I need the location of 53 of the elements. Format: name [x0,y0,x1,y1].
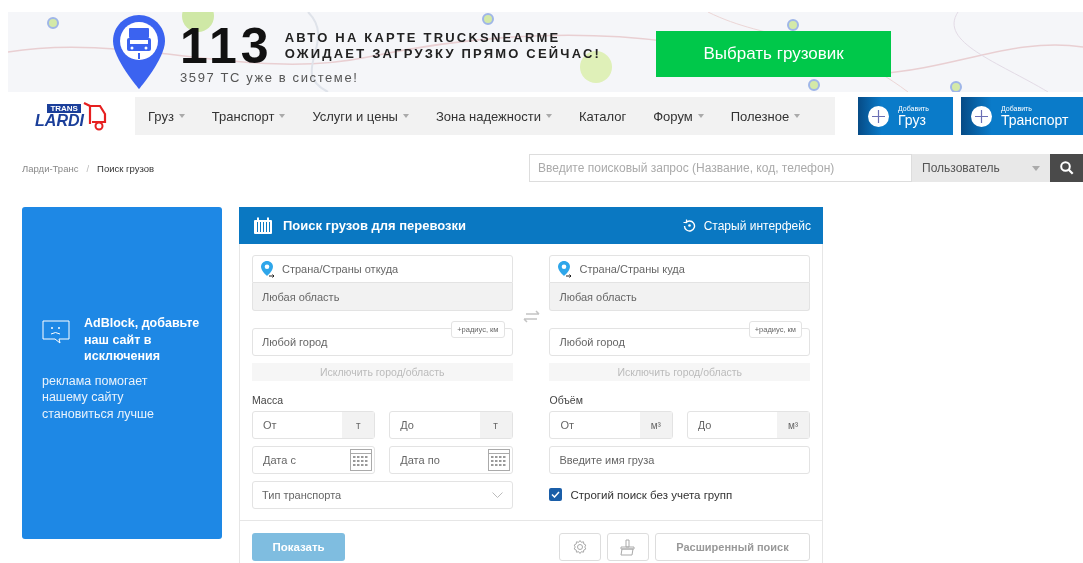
menu-item[interactable]: Груз [148,108,185,124]
promo-subline: 3597 ТС уже в системе! [180,70,360,85]
transport-type-dropdown[interactable]: Тип транспорта [252,481,513,509]
menu-item[interactable]: Услуги и цены [312,108,409,124]
field-label: Объём [549,394,584,406]
ad-title: AdBlock, добавьте наш сайт в исключения [84,315,201,365]
brush-icon [619,538,637,556]
country-field[interactable]: Страна/Страны откуда [252,255,513,283]
menu-item[interactable]: Транспорт [211,108,286,124]
plus-icon [868,105,889,127]
country-field[interactable]: Страна/Страны куда [549,255,810,283]
container-icon [253,216,273,235]
scope-dropdown[interactable]: Пользователь [912,154,1050,182]
unit-addon: м³ [777,412,809,438]
location-pin-icon [558,261,573,278]
menu-item[interactable]: Зона надежности [435,108,552,124]
search-field[interactable]: Введите поисковый запрос (Название, код, телефон) [529,154,912,182]
unit-addon: м³ [639,412,672,438]
caret-icon [1032,165,1040,171]
breadcrumb-separator: / [86,162,90,174]
field-label: Масса [252,394,285,406]
old-interface-link[interactable]: Старый интерфейс [682,218,811,233]
settings-icon [572,539,588,555]
search-icon [1059,161,1074,175]
truck-pin-icon [113,15,165,89]
unit-addon: т [479,412,512,438]
calendar-icon [350,449,373,471]
calendar-icon [487,449,510,471]
search-button[interactable] [1050,154,1083,182]
ad-text: реклама помогает нашему сайту становиться лучше [42,372,156,422]
promo-headline: ОЖИДАЕТ ЗАГРУЗКУ ПРЯМО СЕЙЧАС! [284,46,602,62]
menu-item[interactable]: Форум [653,108,704,124]
region-dropdown[interactable]: Любая область [252,283,513,311]
logo-badge: TRANS [47,103,81,113]
sad-message-icon [42,320,70,345]
breadcrumb-link[interactable]: Ларди-Транс [22,162,79,174]
logo-text: LARDI [35,112,84,129]
promo-headline: АВТО НА КАРТЕ TRUCKSNEARME [284,30,562,46]
breadcrumb-current: Поиск грузов [97,162,154,174]
swap-icon [522,310,540,323]
checkbox[interactable] [549,488,563,501]
unit-addon: т [342,412,375,438]
menu-item[interactable]: Каталог [578,108,627,124]
checkbox-label: Строгий поиск без учета групп [570,488,733,501]
form-title: Поиск грузов для перевозки [283,218,467,233]
chevron-down-icon [491,491,503,499]
plus-icon [971,105,992,127]
history-icon [682,219,696,232]
region-dropdown[interactable]: Любая область [549,283,810,311]
truck-count: 113 [180,24,273,68]
menu-item[interactable]: Полезное [730,108,801,124]
location-pin-icon [261,261,275,278]
cargo-name-field[interactable]: Введите имя груза [549,446,810,474]
